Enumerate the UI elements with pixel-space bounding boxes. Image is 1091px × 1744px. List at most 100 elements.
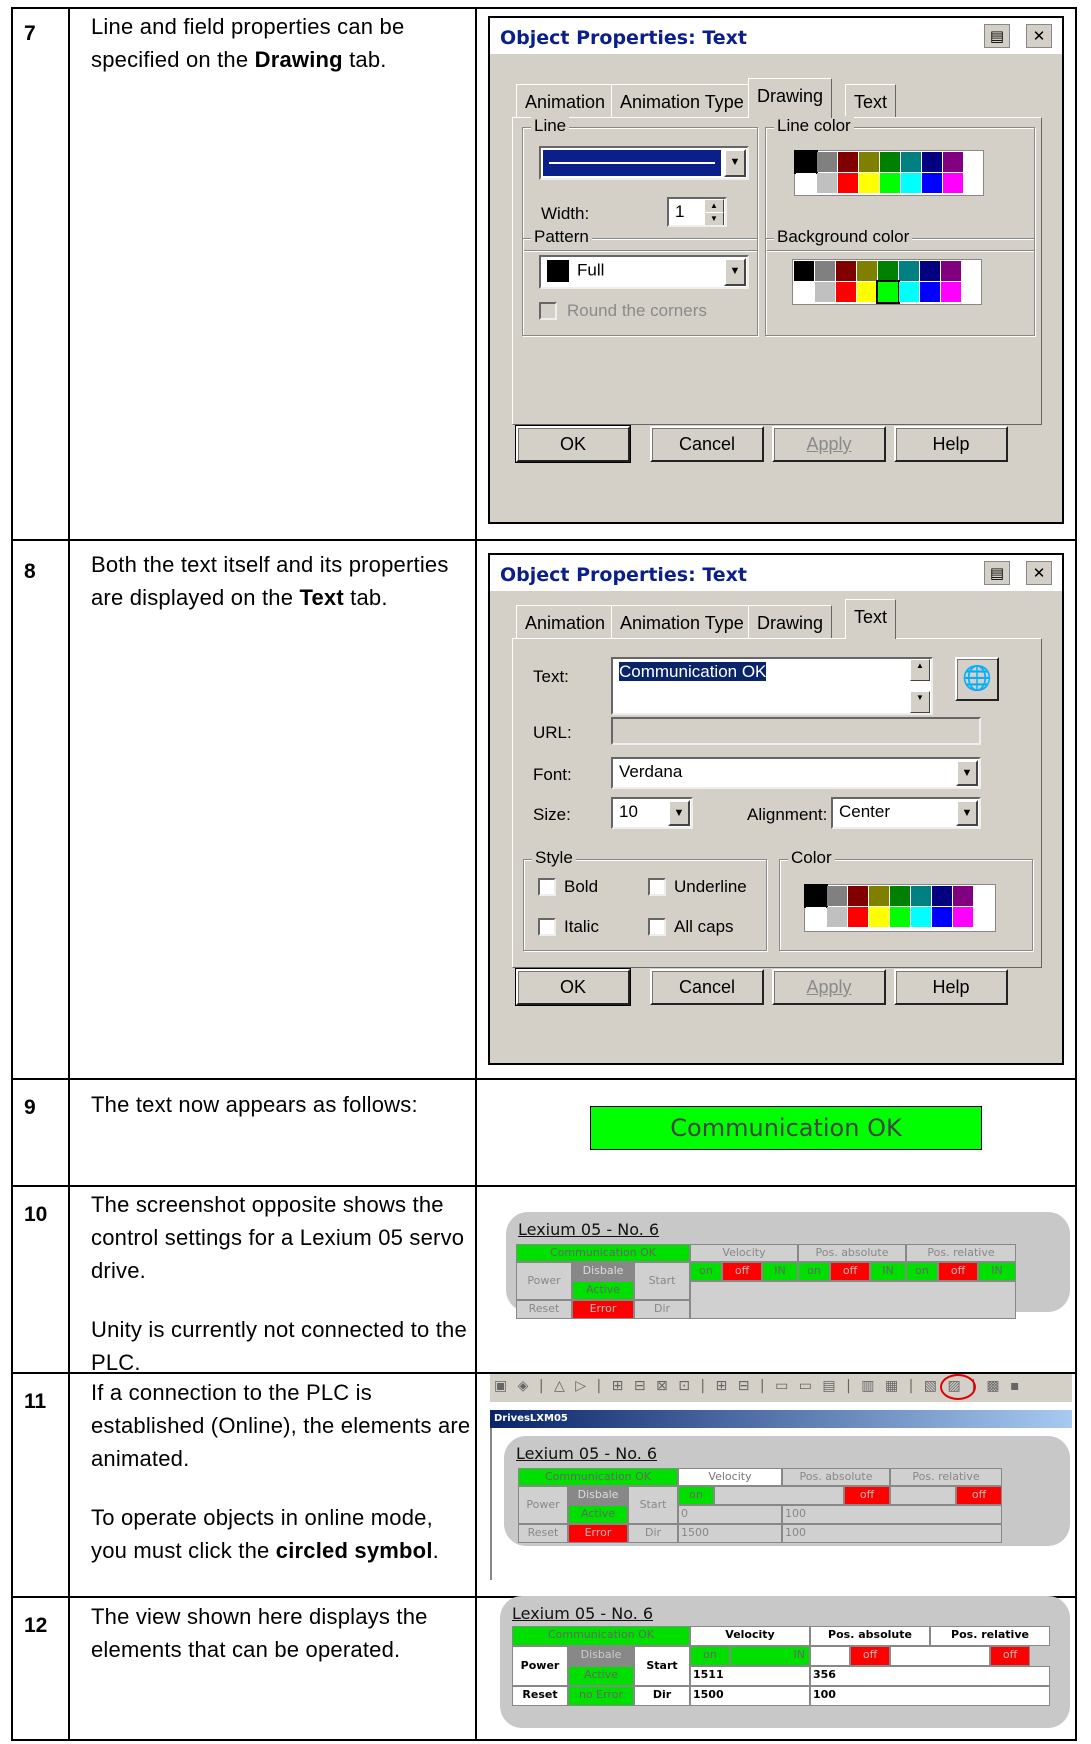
start-button[interactable]: Start <box>628 1486 678 1524</box>
color-swatch[interactable] <box>848 886 868 906</box>
tab-animation-type[interactable]: Animation Type <box>611 605 753 639</box>
color-swatch[interactable] <box>899 282 919 302</box>
velocity-off[interactable]: off <box>722 1262 762 1281</box>
online-mode-circled-icon[interactable] <box>940 1374 976 1400</box>
close-icon[interactable]: ✕ <box>1026 24 1052 48</box>
color-swatch[interactable] <box>922 152 942 172</box>
tab-drawing[interactable]: Drawing <box>748 78 833 118</box>
color-swatch[interactable] <box>953 907 973 927</box>
width-stepper[interactable]: 1 ▲ ▼ <box>667 197 727 227</box>
color-swatch[interactable] <box>857 261 877 281</box>
font-select[interactable]: Verdana ▼ <box>611 757 981 789</box>
power-button[interactable]: Power <box>516 1262 572 1300</box>
color-swatch[interactable] <box>859 152 879 172</box>
color-swatch[interactable] <box>943 173 963 193</box>
position-input-2[interactable]: 100 <box>810 1686 1050 1706</box>
color-swatch[interactable] <box>838 152 858 172</box>
disable-button[interactable]: Disbale <box>568 1486 628 1505</box>
color-swatch[interactable] <box>859 173 879 193</box>
print-icon[interactable]: ▤ <box>984 561 1010 585</box>
color-swatch[interactable] <box>848 907 868 927</box>
position-input[interactable]: 356 <box>810 1666 1050 1686</box>
color-swatch[interactable] <box>922 173 942 193</box>
color-swatch[interactable] <box>815 282 835 302</box>
color-swatch[interactable] <box>817 152 837 172</box>
background-color-palette[interactable] <box>794 261 961 304</box>
power-button[interactable]: Power <box>518 1486 568 1524</box>
dir-button[interactable]: Dir <box>634 1686 690 1706</box>
color-swatch[interactable] <box>857 282 877 302</box>
color-swatch[interactable] <box>876 280 900 304</box>
color-swatch[interactable] <box>869 886 889 906</box>
color-swatch[interactable] <box>920 261 940 281</box>
pos-abs-off[interactable]: off <box>850 1646 890 1666</box>
color-swatch[interactable] <box>817 173 837 193</box>
color-swatch[interactable] <box>880 152 900 172</box>
spin-down-icon[interactable]: ▼ <box>704 212 724 225</box>
velocity-on[interactable]: on <box>690 1262 722 1281</box>
tab-drawing[interactable]: Drawing <box>748 605 833 639</box>
color-swatch[interactable] <box>941 261 961 281</box>
start-button[interactable]: Start <box>634 1262 690 1300</box>
color-swatch[interactable] <box>932 907 952 927</box>
tab-animation-type[interactable]: Animation Type <box>611 84 753 118</box>
pos-abs-off[interactable]: off <box>830 1262 870 1281</box>
ok-button[interactable]: OK <box>515 968 631 1006</box>
text-color-palette[interactable] <box>804 884 973 927</box>
color-swatch[interactable] <box>836 261 856 281</box>
chevron-down-icon[interactable]: ▼ <box>668 800 690 826</box>
color-swatch[interactable] <box>878 261 898 281</box>
color-swatch[interactable] <box>796 173 816 193</box>
cancel-button[interactable]: Cancel <box>650 969 764 1005</box>
color-swatch[interactable] <box>941 282 961 302</box>
pos-rel-on[interactable]: on <box>906 1262 938 1281</box>
velocity-on[interactable]: on <box>690 1646 730 1666</box>
dir-button[interactable]: Dir <box>628 1524 678 1543</box>
color-swatch[interactable] <box>953 886 973 906</box>
bold-checkbox[interactable] <box>538 878 556 896</box>
chevron-down-icon[interactable]: ▼ <box>724 258 746 286</box>
color-swatch[interactable] <box>899 261 919 281</box>
close-icon[interactable]: ✕ <box>1026 561 1052 585</box>
line-color-palette[interactable] <box>794 150 963 193</box>
scroll-up-icon[interactable]: ▲ <box>910 659 930 681</box>
all-caps-checkbox[interactable] <box>648 918 666 936</box>
apply-button[interactable]: Apply <box>772 426 886 462</box>
velocity-on[interactable]: on <box>678 1486 714 1505</box>
text-input[interactable]: Communication OK ▲ ▼ <box>611 657 933 715</box>
color-swatch[interactable] <box>920 282 940 302</box>
color-swatch[interactable] <box>838 173 858 193</box>
color-swatch[interactable] <box>815 261 835 281</box>
disable-button[interactable]: Disbale <box>572 1262 634 1281</box>
apply-button[interactable]: Apply <box>772 969 886 1005</box>
power-button[interactable]: Power <box>512 1646 568 1686</box>
ok-button[interactable]: OK <box>515 425 631 463</box>
scroll-down-icon[interactable]: ▼ <box>910 691 930 713</box>
alignment-select[interactable]: Center ▼ <box>831 797 981 829</box>
dir-button[interactable]: Dir <box>634 1300 690 1319</box>
underline-checkbox[interactable] <box>648 878 666 896</box>
pos-abs-on[interactable]: on <box>798 1262 830 1281</box>
pos-rel-off[interactable]: off <box>990 1646 1030 1666</box>
disable-button[interactable]: Disbale <box>568 1646 634 1666</box>
color-swatch[interactable] <box>901 152 921 172</box>
color-swatch[interactable] <box>890 907 910 927</box>
pos-abs-off[interactable]: off <box>844 1486 890 1505</box>
start-button[interactable]: Start <box>634 1646 690 1686</box>
pattern-select[interactable]: Full ▼ <box>539 255 749 289</box>
chevron-down-icon[interactable]: ▼ <box>956 760 978 786</box>
reset-button[interactable]: Reset <box>512 1686 568 1706</box>
chevron-down-icon[interactable]: ▼ <box>724 149 746 177</box>
velocity-input[interactable]: 1511 <box>690 1666 810 1686</box>
color-swatch[interactable] <box>869 907 889 927</box>
color-swatch[interactable] <box>890 886 910 906</box>
pos-rel-off[interactable]: off <box>938 1262 978 1281</box>
color-swatch[interactable] <box>827 886 847 906</box>
cancel-button[interactable]: Cancel <box>650 426 764 462</box>
italic-checkbox[interactable] <box>538 918 556 936</box>
pos-rel-off[interactable]: off <box>956 1486 1002 1505</box>
color-swatch[interactable] <box>836 282 856 302</box>
size-select[interactable]: 10 ▼ <box>611 797 693 829</box>
chevron-down-icon[interactable]: ▼ <box>956 800 978 826</box>
tab-text[interactable]: Text <box>845 599 897 639</box>
